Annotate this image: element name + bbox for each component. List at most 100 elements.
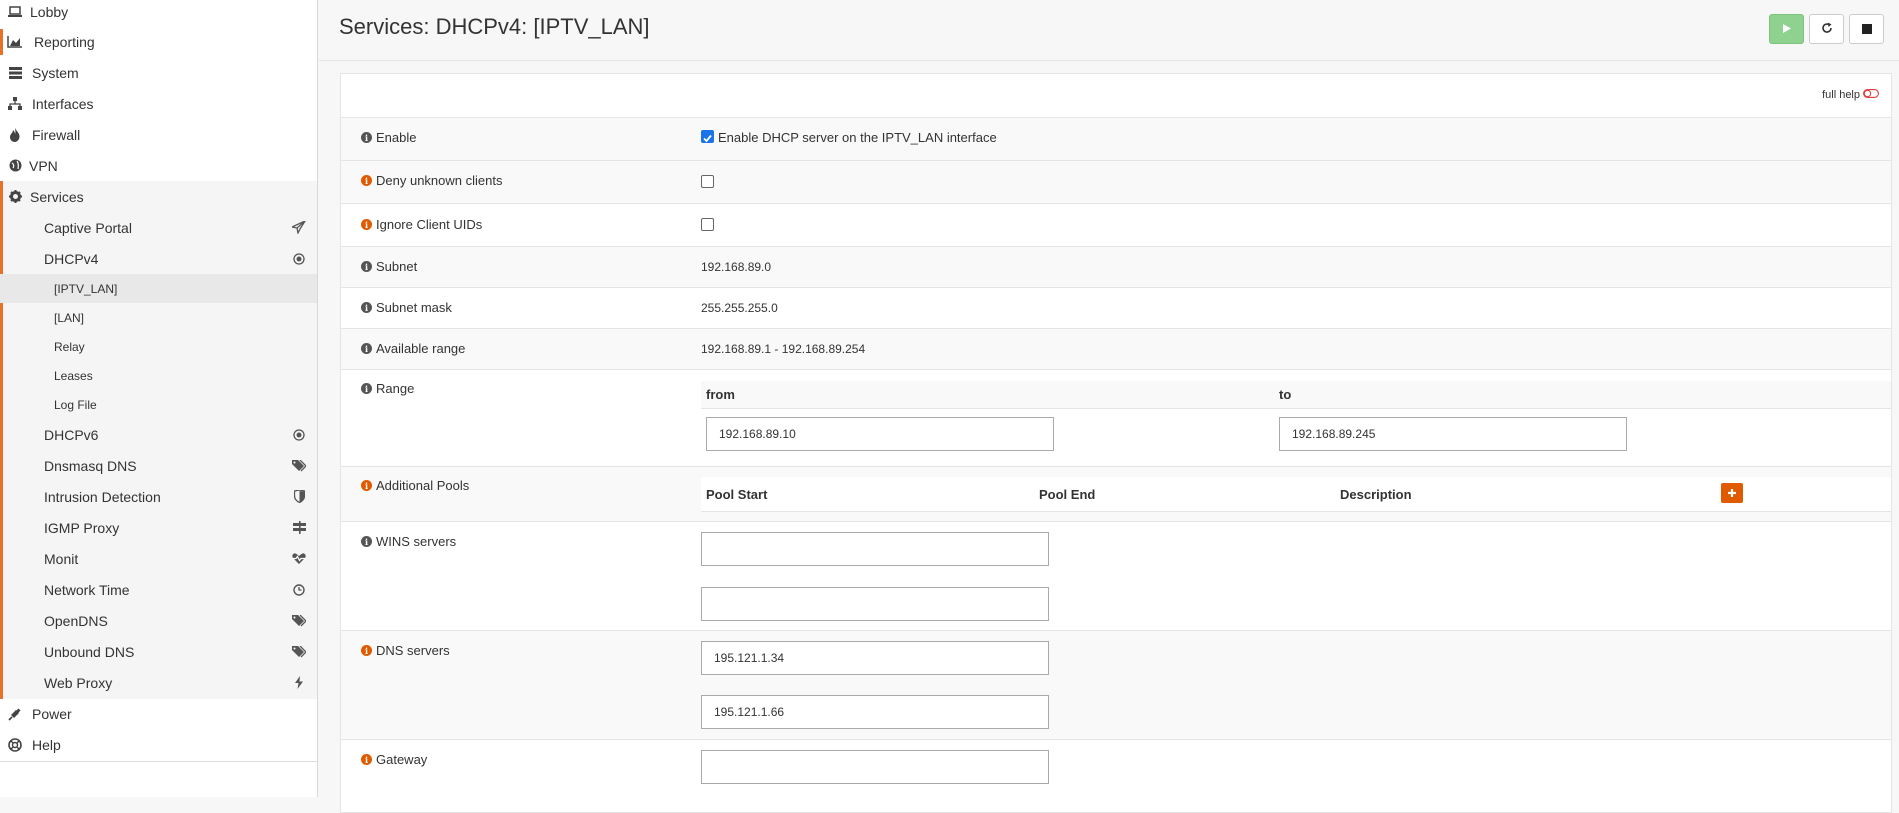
nav-interfaces[interactable]: Interfaces [0, 88, 317, 119]
dns-server-1-input[interactable] [701, 641, 1049, 675]
clock-icon [291, 582, 307, 598]
nav-log-file[interactable]: Log File [0, 390, 317, 419]
add-pool-button[interactable] [1721, 483, 1743, 503]
range-from-input[interactable] [706, 417, 1054, 451]
ignore-uids-checkbox[interactable] [701, 218, 714, 231]
deny-label-wrap: i Deny unknown clients [361, 173, 502, 188]
range-label-wrap: i Range [361, 381, 414, 396]
nav-vpn[interactable]: VPN [0, 150, 317, 181]
deny-unknown-checkbox[interactable] [701, 175, 714, 188]
nav-opendns[interactable]: OpenDNS [0, 605, 317, 636]
nav-firewall[interactable]: Firewall [0, 119, 317, 150]
row-dns-servers: i DNS servers [341, 630, 1891, 739]
nav-label: DHCPv6 [44, 426, 99, 443]
wins-label-wrap: i WINS servers [361, 534, 456, 549]
row-additional-pools: i Additional Pools Pool Start Pool End De… [341, 466, 1891, 521]
nav-reporting[interactable]: Reporting [0, 26, 317, 57]
nav-leases[interactable]: Leases [0, 361, 317, 390]
available-range-label-wrap: i Available range [361, 341, 465, 356]
subnet-label-wrap: i Subnet [361, 259, 417, 274]
fire-icon [7, 127, 23, 143]
nav-label: Power [32, 705, 72, 722]
pool-start-header: Pool Start [706, 487, 768, 502]
nav-web-proxy[interactable]: Web Proxy [0, 667, 317, 698]
wins-server-1-input[interactable] [701, 532, 1049, 566]
play-button[interactable] [1769, 14, 1804, 44]
bullseye-icon [291, 251, 307, 267]
nav-label: Firewall [32, 126, 81, 143]
range-from-header: from [706, 387, 735, 402]
nav-label: Relay [54, 339, 85, 354]
info-icon: i [361, 536, 372, 547]
area-chart-icon [7, 34, 23, 50]
nav-label: Log File [54, 397, 97, 412]
toggle-off-icon [1863, 89, 1879, 101]
nav-intrusion-detection[interactable]: Intrusion Detection [0, 481, 317, 512]
nav-network-time[interactable]: Network Time [0, 574, 317, 605]
play-icon [1781, 21, 1792, 37]
nav-label: Captive Portal [44, 219, 132, 236]
enable-checkbox-text: Enable DHCP server on the IPTV_LAN inter… [718, 130, 997, 145]
info-icon: i [361, 132, 372, 143]
gateway-input[interactable] [701, 750, 1049, 784]
info-icon: i [361, 343, 372, 354]
subnet-mask-value: 255.255.255.0 [701, 301, 778, 315]
row-subnet-mask: i Subnet mask 255.255.255.0 [341, 287, 1891, 328]
nav-label: Monit [44, 550, 79, 567]
refresh-icon [1821, 21, 1833, 37]
field-label: Ignore Client UIDs [376, 217, 483, 232]
plus-icon [1727, 485, 1737, 501]
nav-lan[interactable]: [LAN] [0, 303, 317, 332]
nav-dnsmasq-dns[interactable]: Dnsmasq DNS [0, 450, 317, 481]
field-label: Range [376, 381, 415, 396]
row-gateway: i Gateway [341, 739, 1891, 794]
row-available-range: i Available range 192.168.89.1 - 192.168.… [341, 328, 1891, 369]
row-subnet: i Subnet 192.168.89.0 [341, 246, 1891, 287]
tags-icon [291, 613, 307, 629]
info-icon: i [361, 383, 372, 394]
nav-label: System [32, 64, 79, 81]
full-help-label: full help [1822, 89, 1860, 101]
tags-icon [291, 458, 307, 474]
refresh-button[interactable] [1809, 14, 1844, 44]
wins-server-2-input[interactable] [701, 587, 1049, 621]
page-title: Services: DHCPv4: [IPTV_LAN] [339, 14, 650, 39]
stop-button[interactable] [1849, 14, 1884, 44]
nav-unbound-dns[interactable]: Unbound DNS [0, 636, 317, 667]
nav-iptv-lan[interactable]: [IPTV_LAN] [0, 274, 317, 303]
ignore-label-wrap: i Ignore Client UIDs [361, 217, 482, 232]
sidebar: Lobby Reporting System Interfaces Firewa… [0, 0, 318, 797]
info-icon: i [361, 754, 372, 765]
field-label: Additional Pools [376, 478, 470, 493]
info-icon: i [361, 645, 372, 656]
tags-icon [291, 644, 307, 660]
lifebuoy-icon [7, 737, 23, 753]
nav-captive-portal[interactable]: Captive Portal [0, 212, 317, 243]
enable-label-wrap: i Enable [361, 130, 416, 145]
nav-monit[interactable]: Monit [0, 543, 317, 574]
row-deny-unknown: i Deny unknown clients [341, 160, 1891, 203]
nav-label: VPN [29, 157, 58, 174]
paper-plane-icon [291, 220, 307, 236]
nav-help[interactable]: Help [0, 729, 317, 760]
nav-services[interactable]: Services [0, 181, 317, 212]
pools-table-header [701, 477, 1891, 512]
enable-checkbox[interactable] [701, 130, 714, 143]
nav-dhcpv4[interactable]: DHCPv4 [0, 243, 317, 274]
dns-server-2-input[interactable] [701, 695, 1049, 729]
field-label: WINS servers [376, 534, 457, 549]
nav-system[interactable]: System [0, 57, 317, 88]
nav-label: Services [30, 188, 84, 205]
row-enable: i Enable Enable DHCP server on the IPTV_L… [341, 117, 1891, 160]
nav-relay[interactable]: Relay [0, 332, 317, 361]
nav-igmp-proxy[interactable]: IGMP Proxy [0, 512, 317, 543]
nav-power[interactable]: Power [0, 698, 317, 729]
pool-end-header: Pool End [1039, 487, 1096, 502]
nav-dhcpv6[interactable]: DHCPv6 [0, 419, 317, 450]
nav-lobby[interactable]: Lobby [0, 0, 317, 27]
full-help-toggle[interactable]: full help [1822, 89, 1879, 101]
range-to-input[interactable] [1279, 417, 1627, 451]
globe-icon [7, 158, 23, 174]
nav-label: Lobby [30, 3, 69, 20]
server-icon [7, 65, 23, 81]
